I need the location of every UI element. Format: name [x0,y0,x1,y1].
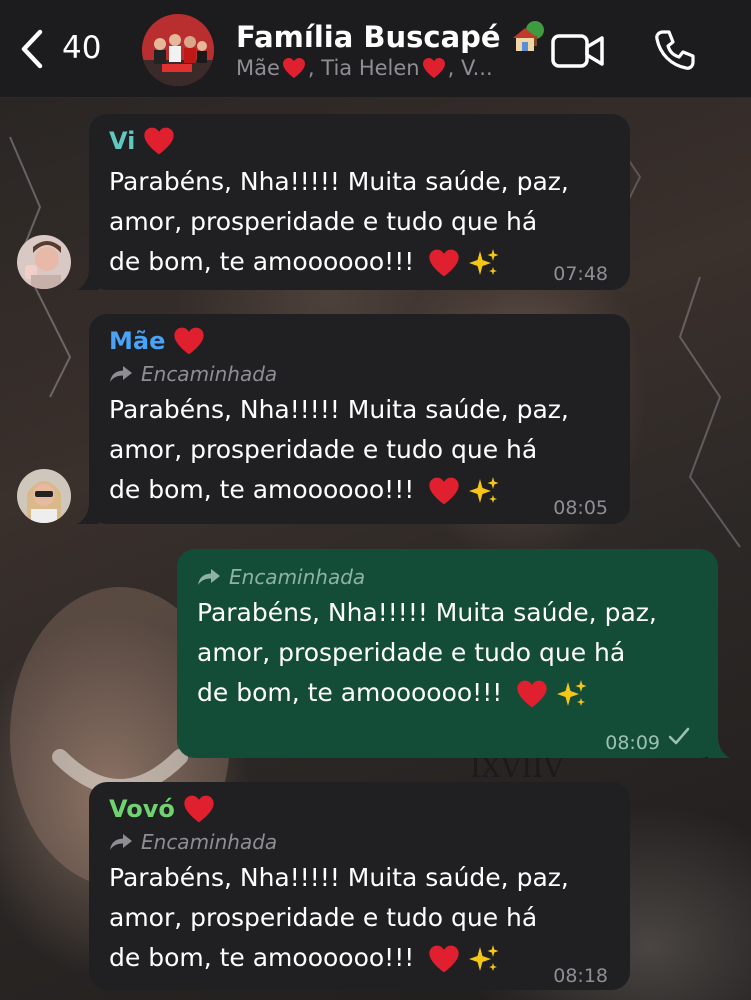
red-heart-emoji [517,680,547,708]
video-call-button[interactable] [551,32,605,70]
forwarded-label: Encaminhada [109,828,619,856]
member-more: , V... [447,56,493,80]
group-avatar[interactable] [142,14,214,86]
phone-icon [655,30,695,70]
forward-arrow-icon [198,569,220,585]
message-time: 07:48 [553,263,608,285]
bubble-tail [708,736,730,758]
forwarded-label: Encaminhada [109,360,619,388]
message-bubble[interactable]: Mãe Encaminhada Parabéns, Nha!!!!! Muita… [77,314,630,524]
forwarded-label: Encaminhada [197,563,707,591]
bubble-tail [77,268,99,290]
sparkles-emoji [469,249,499,275]
forward-arrow-icon [110,834,132,850]
chat-members[interactable]: Mãe , Tia Helen , V... [236,56,536,80]
message-bubble-outgoing[interactable]: Encaminhada Parabéns, Nha!!!!! Muita saú… [177,549,730,758]
checkmark-icon [668,727,690,745]
heart-icon [174,327,205,355]
chat-title[interactable]: Família Buscapé [236,20,501,54]
unread-count[interactable]: 40 [62,30,101,66]
chevron-left-icon [21,29,43,69]
voice-call-button[interactable] [654,29,696,71]
forward-arrow-icon [110,366,132,382]
message-time: 08:09 [605,732,660,754]
house-icon [512,21,544,51]
bubble-tail [77,502,99,524]
red-heart-emoji [429,249,459,277]
sender-name[interactable]: Vovó [109,794,619,824]
red-heart-emoji [429,477,459,505]
message-bubble[interactable]: Vi Parabéns, Nha!!!!! Muita saúde, paz, … [77,114,630,290]
message-time: 08:05 [553,497,608,519]
sparkles-emoji [557,680,587,706]
sender-name[interactable]: Vi [109,126,619,156]
heart-icon [282,58,305,78]
sparkles-emoji [469,945,499,971]
member-tia-helen: , Tia Helen [307,56,420,80]
message-time: 08:18 [553,965,608,987]
heart-icon [184,795,214,823]
chat-header: 40 Família Buscapé Mãe , Tia Helen , V..… [0,0,751,98]
sparkles-emoji [469,477,499,503]
avatar[interactable] [17,235,71,289]
message-bubble[interactable]: Vovó Encaminhada Parabéns, Nha!!!!! Muit… [89,782,630,990]
avatar[interactable] [17,469,71,523]
heart-icon [422,58,445,78]
video-camera-icon [551,34,604,68]
heart-icon [144,127,175,155]
sender-name[interactable]: Mãe [109,326,619,356]
back-button[interactable] [14,26,54,72]
red-heart-emoji [429,945,459,973]
member-mae: Mãe [236,56,280,80]
